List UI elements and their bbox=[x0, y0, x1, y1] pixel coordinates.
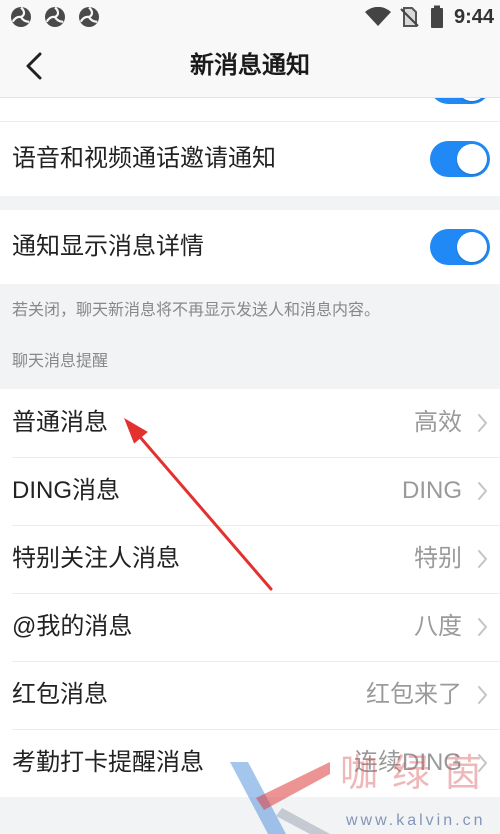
reminder-item-special-attention[interactable]: 特别关注人消息 特别 bbox=[0, 525, 500, 593]
call-invite-toggle[interactable] bbox=[430, 141, 490, 177]
reminder-item-label: 考勤打卡提醒消息 bbox=[12, 749, 204, 776]
message-details-hint: 若关闭，聊天新消息将不再显示发送人和消息内容。 bbox=[12, 302, 381, 319]
reminder-item-ding[interactable]: DING消息 DING bbox=[0, 457, 500, 525]
reminder-item-value: 红包来了 bbox=[366, 681, 462, 708]
reminder-item-label: 特别关注人消息 bbox=[12, 545, 180, 572]
message-details-label: 通知显示消息详情 bbox=[12, 233, 204, 260]
reminder-item-value: 连续DING bbox=[354, 749, 462, 776]
chevron-right-icon bbox=[478, 686, 487, 704]
call-invite-label: 语音和视频通话邀请通知 bbox=[12, 145, 276, 172]
battery-icon bbox=[431, 5, 443, 28]
scrolled-row-toggle[interactable] bbox=[430, 98, 490, 104]
reminder-item-value: DING bbox=[402, 477, 462, 504]
chevron-right-icon bbox=[478, 754, 487, 772]
reminder-item-normal[interactable]: 普通消息 高效 bbox=[0, 389, 500, 457]
app-notification-icon bbox=[11, 6, 31, 27]
reminder-item-red-packet[interactable]: 红包消息 红包来了 bbox=[0, 661, 500, 729]
chevron-left-icon bbox=[26, 52, 42, 80]
chevron-right-icon bbox=[478, 414, 487, 432]
reminder-item-value: 八度 bbox=[414, 613, 462, 640]
reminder-item-value: 高效 bbox=[414, 409, 462, 436]
reminder-item-mentions[interactable]: @我的消息 八度 bbox=[0, 593, 500, 661]
chat-reminder-list: 普通消息 高效 DING消息 DING 特别关注人消息 特别 @我的消息 八度 … bbox=[0, 389, 500, 797]
reminder-item-label: 普通消息 bbox=[12, 409, 108, 436]
reminder-item-label: @我的消息 bbox=[12, 613, 133, 640]
status-time: 9:44 bbox=[453, 6, 494, 28]
no-sim-icon bbox=[400, 7, 419, 27]
app-notification-icon bbox=[79, 6, 99, 27]
app-notification-icon bbox=[45, 6, 65, 27]
message-details-toggle[interactable] bbox=[430, 229, 490, 265]
reminder-item-label: DING消息 bbox=[12, 477, 120, 504]
call-invite-row: 语音和视频通话邀请通知 bbox=[0, 122, 500, 196]
status-bar: 9:44 bbox=[0, 0, 500, 34]
message-details-group: 通知显示消息详情 bbox=[0, 210, 500, 284]
reminder-item-label: 红包消息 bbox=[12, 681, 108, 708]
chevron-right-icon bbox=[478, 550, 487, 568]
page-title: 新消息通知 bbox=[190, 52, 310, 79]
message-details-row: 通知显示消息详情 bbox=[0, 210, 500, 284]
settings-screen: 9:44 新消息通知 语音和视频通话邀请通知 通知显示消息详情 若关闭，聊天新消… bbox=[0, 0, 500, 834]
back-button[interactable] bbox=[14, 47, 54, 85]
reminder-item-attendance[interactable]: 考勤打卡提醒消息 连续DING bbox=[0, 729, 500, 797]
chevron-right-icon bbox=[478, 618, 487, 636]
toggle-knob bbox=[457, 232, 487, 262]
settings-list[interactable]: 语音和视频通话邀请通知 通知显示消息详情 若关闭，聊天新消息将不再显示发送人和消… bbox=[0, 98, 500, 834]
toggle-knob bbox=[457, 98, 487, 101]
chat-reminder-section-title: 聊天消息提醒 bbox=[12, 353, 109, 370]
scrolled-partial-row bbox=[0, 98, 500, 122]
chevron-right-icon bbox=[478, 482, 487, 500]
nav-bar: 新消息通知 bbox=[0, 34, 500, 98]
reminder-item-value: 特别 bbox=[414, 545, 462, 572]
toggle-knob bbox=[457, 144, 487, 174]
call-invite-group: 语音和视频通话邀请通知 bbox=[0, 122, 500, 196]
wifi-icon bbox=[365, 7, 391, 26]
